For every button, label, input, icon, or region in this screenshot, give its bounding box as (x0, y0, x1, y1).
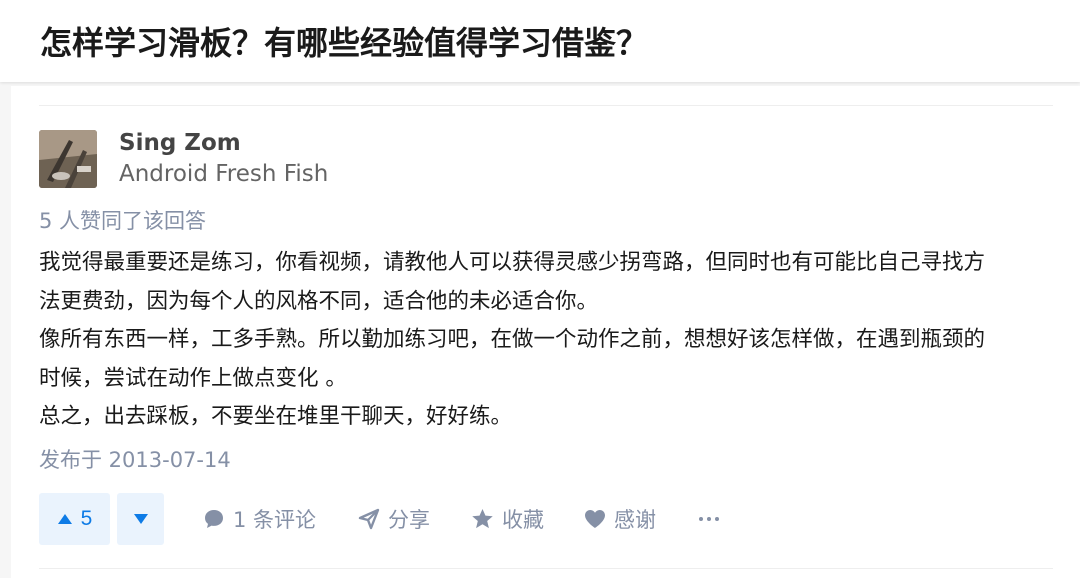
star-icon (472, 508, 493, 529)
question-title[interactable]: 怎样学习滑板？有哪些经验值得学习借鉴？ (40, 20, 648, 66)
answer-content: 我觉得最重要还是练习，你看视频，请教他人可以获得灵感少拐弯路，但同时也有可能比自… (39, 244, 985, 437)
paper-plane-icon (358, 508, 380, 530)
answer-paragraph: 法更费劲，因为每个人的风格不同，适合他的未必适合你。 (39, 288, 599, 314)
collect-button[interactable]: 收藏 (471, 493, 544, 545)
question-header: 怎样学习滑板？有哪些经验值得学习借鉴？ (0, 0, 1080, 82)
answer-paragraph: 像所有东西一样，工多手熟。所以勤加练习吧，在做一个动作之前，想想好该怎样做，在遇… (39, 327, 986, 352)
answer-paragraph: 总之，出去踩板，不要坐在堆里干聊天，好好练。 (39, 404, 513, 429)
action-bar: 5 1 条评论 分享 收藏 感谢 (39, 493, 1053, 545)
author-name[interactable]: Sing Zom (119, 128, 241, 158)
votes-summary: 5 人赞同了该回答 (39, 209, 207, 233)
author-bio: Android Fresh Fish (119, 161, 329, 187)
avatar[interactable] (39, 130, 97, 188)
divider (39, 568, 1053, 569)
divider (39, 105, 1053, 106)
share-label: 分享 (388, 508, 430, 532)
thanks-label: 感谢 (614, 508, 656, 532)
triangle-down-icon (133, 514, 148, 524)
answer-paragraph: 我觉得最重要还是练习，你看视频，请教他人可以获得灵感少拐弯路，但同时也有可能比自… (39, 250, 986, 275)
more-button[interactable] (699, 493, 719, 545)
comment-label: 1 条评论 (233, 508, 317, 532)
upvote-button[interactable]: 5 (39, 493, 110, 545)
downvote-button[interactable] (117, 493, 164, 545)
heart-icon (585, 510, 605, 528)
more-dots-icon (699, 517, 703, 521)
thanks-button[interactable]: 感谢 (584, 493, 656, 545)
triangle-up-icon (57, 514, 72, 524)
comment-bubble-icon (205, 510, 223, 528)
publish-date[interactable]: 发布于 2013-07-14 (39, 445, 231, 475)
upvote-count: 5 (80, 507, 93, 530)
answer-paragraph: 时候，尝试在动作上做点变化 。 (39, 365, 347, 391)
answer-card: Sing Zom Android Fresh Fish 5 人赞同了该回答 我觉… (11, 86, 1080, 578)
comment-button[interactable]: 1 条评论 (203, 493, 316, 545)
share-button[interactable]: 分享 (358, 493, 430, 545)
collect-label: 收藏 (502, 508, 544, 532)
